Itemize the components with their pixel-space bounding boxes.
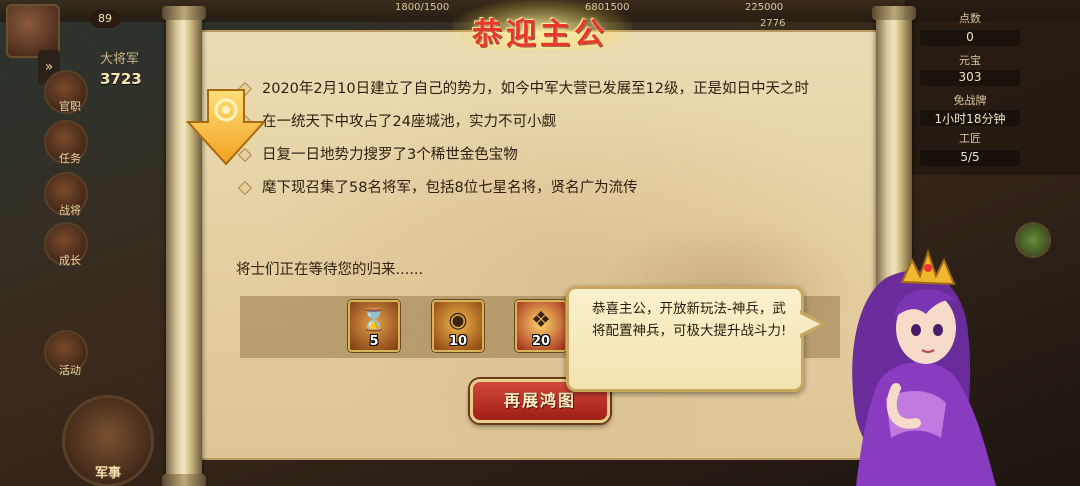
- right-info-label: 工匠: [959, 132, 981, 145]
- golden-orb-icon: ◉: [448, 308, 468, 333]
- reward-count: 20: [531, 334, 551, 349]
- right-info-value: 0: [920, 30, 1020, 46]
- right-info-value: 303: [920, 70, 1020, 86]
- achievement-list: 2020年2月10日建立了自己的势力，如今中军大营已发展至12级，正是如日中天之…: [236, 78, 866, 210]
- diamond-bullet-icon: [237, 180, 253, 196]
- achievement-text: 2020年2月10日建立了自己的势力，如今中军大营已发展至12级，正是如日中天之…: [262, 81, 810, 97]
- right-info-label: 点数: [959, 12, 981, 25]
- left-menu-label: 任务: [59, 152, 81, 165]
- reward-golden-orb[interactable]: ◉ 10: [432, 300, 484, 352]
- player-rank: 大将军: [100, 52, 140, 67]
- reward-count: 10: [448, 334, 468, 349]
- reward-treasure[interactable]: ❖ 20: [515, 300, 567, 352]
- right-info-label: 元宝: [959, 54, 981, 67]
- right-info-label: 免战牌: [953, 94, 987, 107]
- left-menu-label: 活动: [59, 364, 81, 377]
- achievement-text: 在一统天下中攻占了24座城池，实力不可小觑: [262, 114, 556, 130]
- chat-icon[interactable]: [1015, 222, 1051, 258]
- right-info-value: 5/5: [920, 150, 1020, 166]
- hourglass-icon: ⌛: [360, 308, 388, 333]
- advisor-character-portrait: [852, 248, 996, 486]
- chevron-right-icon: »: [44, 59, 54, 75]
- waiting-text: 将士们正在等待您的归来......: [236, 262, 424, 278]
- right-info-panel: [905, 0, 1080, 175]
- player-level: 89: [90, 10, 120, 28]
- reward-count: 5: [369, 334, 379, 349]
- resource-value-c: 225000: [745, 2, 784, 13]
- achievement-item: 2020年2月10日建立了自己的势力，如今中军大营已发展至12级，正是如日中天之…: [236, 78, 866, 111]
- scroll-rod-left: [162, 6, 206, 486]
- achievement-text: 日复一日地势力搜罗了3个稀世金色宝物: [262, 147, 518, 163]
- military-label: 军事: [94, 466, 121, 481]
- achievement-item: 日复一日地势力搜罗了3个稀世金色宝物: [236, 144, 866, 177]
- left-menu-label: 成长: [59, 254, 81, 267]
- player-power: 3723: [100, 70, 142, 88]
- left-menu-label: 战将: [59, 204, 81, 217]
- dialog-title: 恭迎主公: [472, 17, 608, 52]
- guide-arrow-icon: [185, 89, 267, 166]
- right-info-value: 1小时18分钟: [920, 110, 1020, 126]
- achievement-item: 麾下现召集了58名将军，包括8位七星名将，贤名广为流传: [236, 177, 866, 210]
- reward-hourglass[interactable]: ⌛ 5: [348, 300, 400, 352]
- left-menu-label: 官职: [59, 100, 81, 113]
- speech-bubble-text: 恭喜主公，开放新玩法-神兵，武将配置神兵，可极大提升战斗力!: [592, 301, 787, 339]
- achievement-text: 麾下现召集了58名将军，包括8位七星名将，贤名广为流传: [262, 180, 638, 196]
- achievement-item: 在一统天下中攻占了24座城池，实力不可小觑: [236, 111, 866, 144]
- treasure-icon: ❖: [531, 308, 551, 333]
